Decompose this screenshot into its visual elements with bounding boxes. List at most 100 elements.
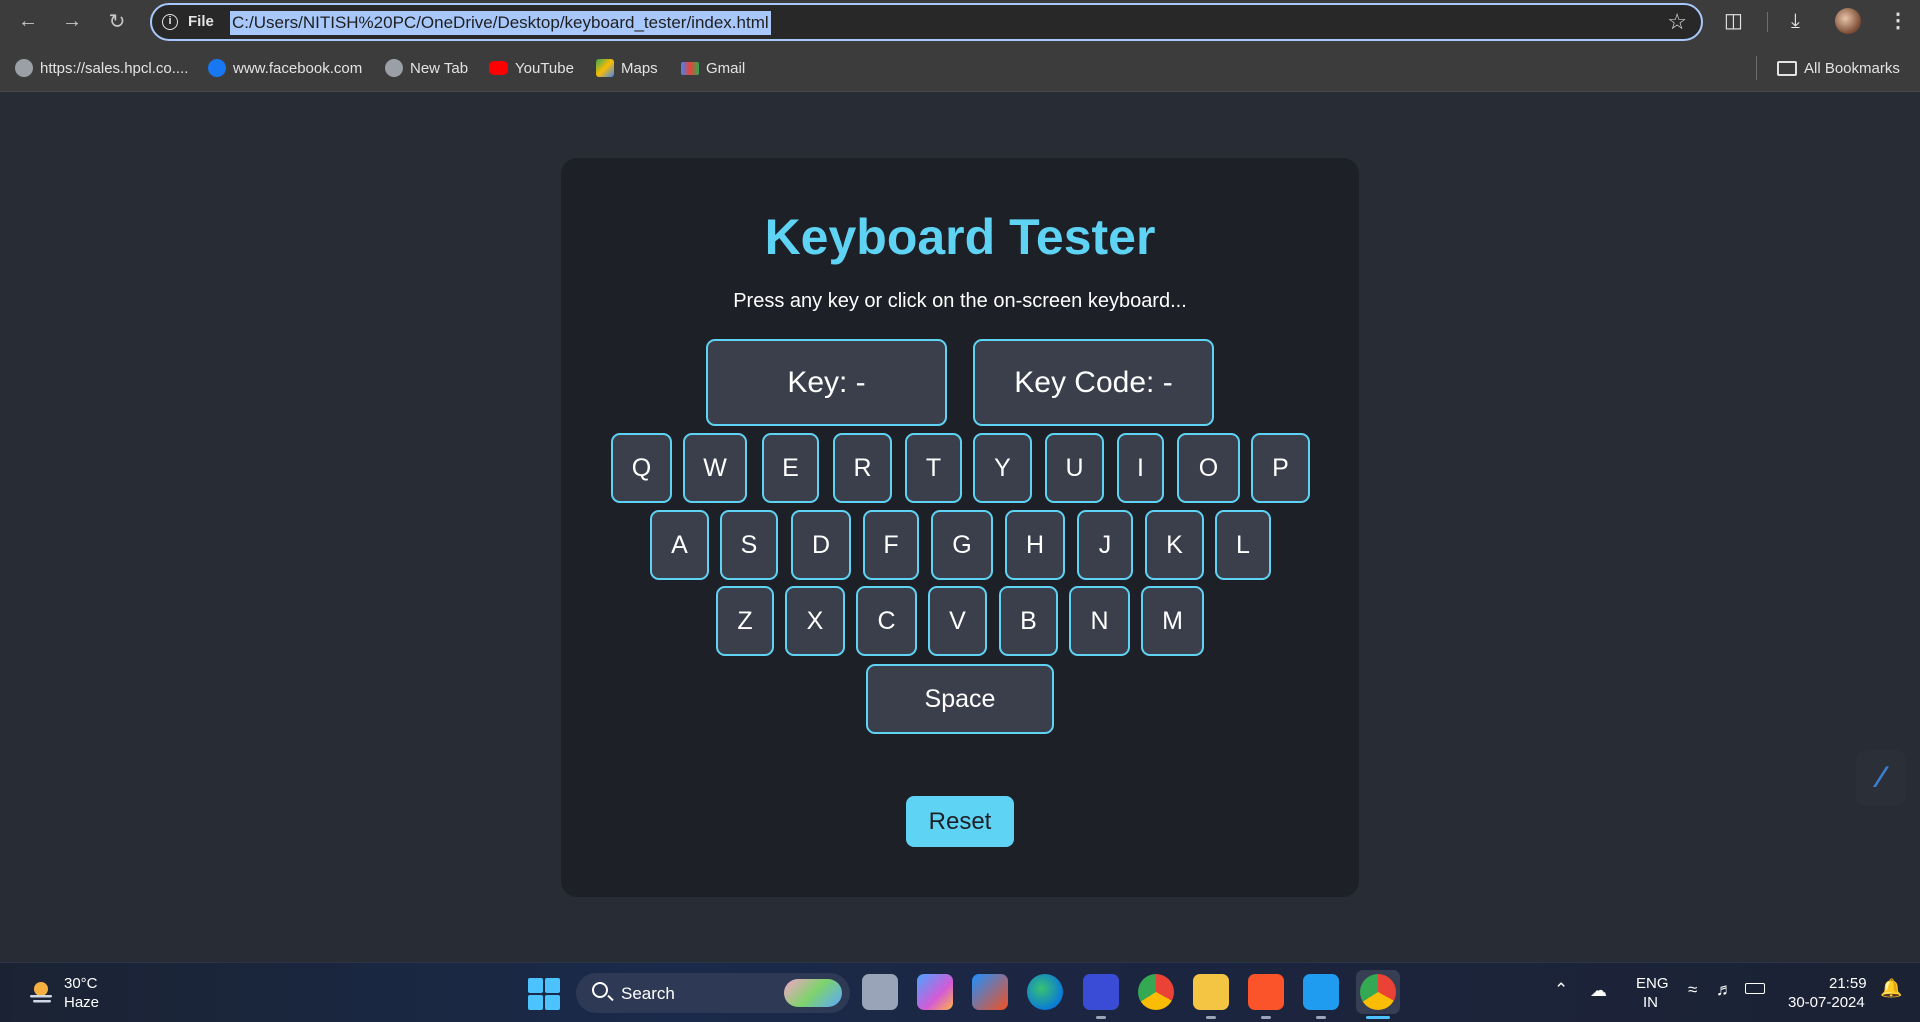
page-viewport: Keyboard Tester Press any key or click o… [0, 92, 1920, 962]
page-title: Keyboard Tester [764, 209, 1156, 265]
language-line1[interactable]: ENG [1636, 975, 1669, 992]
search-label: Search [621, 984, 675, 1003]
bookmark-label: https://sales.hpcl.co.... [40, 59, 189, 77]
download-icon[interactable]: ⤓ [1791, 7, 1800, 35]
globe-icon [15, 59, 33, 77]
url-scheme-label: File [188, 13, 214, 30]
microsoft-store-icon[interactable] [972, 974, 1008, 1010]
haze-weather-icon [30, 982, 52, 1003]
reload-icon[interactable]: ↻ [102, 6, 132, 36]
notification-bell-icon[interactable]: 🔔 [1880, 978, 1902, 999]
key-space[interactable]: Space [866, 664, 1054, 734]
chrome-profile-icon[interactable] [1360, 974, 1396, 1010]
clock-time[interactable]: 21:59 [1829, 975, 1867, 992]
key-n[interactable]: N [1069, 586, 1130, 656]
key-o[interactable]: O [1177, 433, 1240, 503]
bookmark-maps[interactable]: Maps [596, 58, 658, 78]
key-y[interactable]: Y [973, 433, 1032, 503]
bookmarks-divider [1756, 56, 1757, 80]
toolbar-divider [1767, 12, 1768, 32]
key-t[interactable]: T [905, 433, 962, 503]
chevron-up-icon[interactable]: ⌃ [1554, 980, 1568, 1000]
key-readout: Key: - [706, 339, 947, 426]
address-bar[interactable]: i File C:/Users/NITISH%20PC/OneDrive/Des… [150, 3, 1703, 41]
key-s[interactable]: S [720, 510, 778, 580]
language-line2[interactable]: IN [1643, 994, 1658, 1011]
bookmark-label: YouTube [515, 59, 574, 77]
running-indicator [1206, 1016, 1216, 1019]
gmail-icon [681, 61, 699, 75]
youtube-icon [489, 61, 508, 75]
menu-kebab-icon[interactable]: ⋮ [1888, 7, 1908, 35]
back-icon[interactable]: ← [13, 6, 43, 36]
extensions-icon[interactable]: ◫ [1724, 7, 1743, 35]
task-view-icon[interactable] [862, 974, 898, 1010]
clock-date[interactable]: 30-07-2024 [1788, 994, 1865, 1011]
reset-button[interactable]: Reset [906, 796, 1014, 847]
running-indicator [1096, 1016, 1106, 1019]
bookmark-label: New Tab [410, 59, 469, 77]
facebook-icon [208, 59, 226, 77]
metatrader-icon[interactable] [1083, 974, 1119, 1010]
bookmark-facebook[interactable]: www.facebook.com [208, 58, 362, 78]
maps-icon [596, 59, 614, 77]
active-indicator [1366, 1016, 1390, 1019]
bookmark-new-tab[interactable]: New Tab [385, 58, 468, 78]
vscode-icon[interactable] [1303, 974, 1339, 1010]
windows-start-icon[interactable] [528, 978, 560, 1010]
wifi-icon[interactable]: ≈ [1688, 980, 1697, 1000]
key-j[interactable]: J [1077, 510, 1133, 580]
key-p[interactable]: P [1251, 433, 1310, 503]
volume-icon[interactable]: ♬ [1716, 980, 1733, 1000]
key-k[interactable]: K [1145, 510, 1204, 580]
url-text[interactable]: C:/Users/NITISH%20PC/OneDrive/Desktop/ke… [230, 11, 771, 35]
key-r[interactable]: R [833, 433, 892, 503]
key-z[interactable]: Z [716, 586, 774, 656]
key-a[interactable]: A [650, 510, 709, 580]
copilot-icon[interactable] [917, 974, 953, 1010]
floating-lightning-icon[interactable]: ∕ [1856, 750, 1906, 806]
search-icon [592, 982, 608, 998]
chrome-icon[interactable] [1138, 974, 1174, 1010]
bookmark-star-icon[interactable]: ☆ [1667, 11, 1687, 33]
key-v[interactable]: V [928, 586, 987, 656]
key-m[interactable]: M [1141, 586, 1204, 656]
key-f[interactable]: F [863, 510, 919, 580]
profile-avatar[interactable] [1835, 8, 1861, 34]
key-u[interactable]: U [1045, 433, 1104, 503]
all-bookmarks-label: All Bookmarks [1804, 59, 1900, 77]
key-g[interactable]: G [931, 510, 993, 580]
file-explorer-icon[interactable] [1193, 974, 1229, 1010]
bookmark-label: Gmail [706, 59, 746, 77]
brave-browser-icon[interactable] [1248, 974, 1284, 1010]
keycode-readout: Key Code: - [973, 339, 1214, 426]
bookmark-label: Maps [621, 59, 658, 77]
all-bookmarks-button[interactable]: All Bookmarks [1777, 58, 1900, 78]
bookmark-gmail[interactable]: Gmail [681, 58, 745, 78]
battery-icon[interactable] [1745, 983, 1765, 994]
forward-icon[interactable]: → [57, 6, 87, 36]
search-highlight-icon [784, 979, 842, 1007]
key-i[interactable]: I [1117, 433, 1164, 503]
key-h[interactable]: H [1005, 510, 1065, 580]
keyboard-tester-card: Keyboard Tester Press any key or click o… [561, 158, 1359, 897]
bookmark-hpcl[interactable]: https://sales.hpcl.co.... [15, 58, 188, 78]
key-x[interactable]: X [785, 586, 845, 656]
weather-condition-text: Haze [64, 994, 100, 1011]
bookmark-youtube[interactable]: YouTube [489, 58, 574, 78]
key-d[interactable]: D [791, 510, 851, 580]
bookmarks-bar: https://sales.hpcl.co.... www.facebook.c… [0, 44, 1920, 92]
taskbar-search[interactable]: Search [576, 973, 850, 1013]
instructions-text: Press any key or click on the on-screen … [733, 290, 1187, 312]
site-info-icon[interactable]: i [162, 14, 178, 30]
globe-icon [385, 59, 403, 77]
key-l[interactable]: L [1215, 510, 1271, 580]
onedrive-icon[interactable]: ☁ [1590, 981, 1607, 1001]
key-q[interactable]: Q [611, 433, 672, 503]
key-b[interactable]: B [999, 586, 1058, 656]
edge-browser-icon[interactable] [1027, 974, 1063, 1010]
key-e[interactable]: E [762, 433, 819, 503]
windows-taskbar: 30°C Haze Search ⌃ ☁ ENG IN ≈ ♬ 21:59 30… [0, 962, 1920, 1022]
key-w[interactable]: W [683, 433, 747, 503]
key-c[interactable]: C [856, 586, 917, 656]
